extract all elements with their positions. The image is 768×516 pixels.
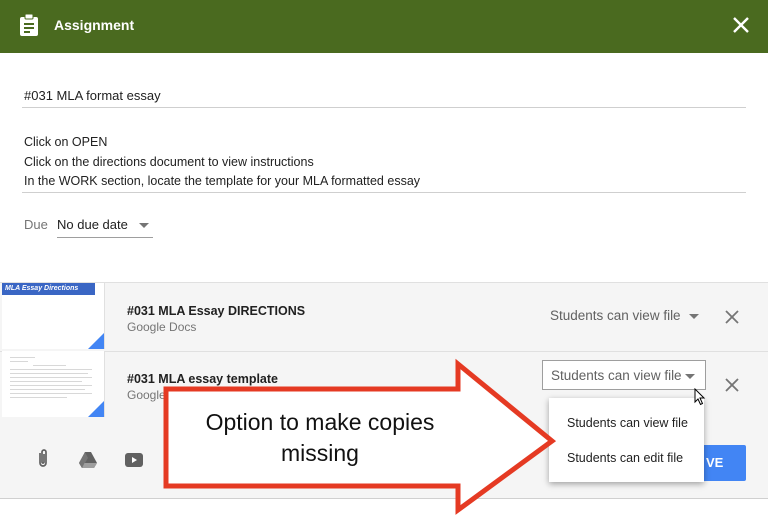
attachment-type: Google Docs xyxy=(127,388,197,402)
permission-select-open[interactable]: Students can view file xyxy=(542,360,706,390)
title-field-underline xyxy=(22,107,746,108)
thumbnail-text-lines xyxy=(10,357,92,401)
chevron-down-icon xyxy=(688,313,699,319)
permission-value: Students can view file xyxy=(551,368,682,383)
attachment-name[interactable]: #031 MLA essay template xyxy=(127,372,278,386)
assign-button-label: VE xyxy=(706,455,724,470)
instructions-underline xyxy=(22,192,746,193)
annotation-text: Option to make copies missing xyxy=(175,407,465,469)
clipboard-icon xyxy=(20,14,38,36)
docs-corner-icon xyxy=(88,401,104,417)
paperclip-icon[interactable] xyxy=(33,449,53,469)
remove-attachment-icon[interactable] xyxy=(724,377,740,393)
mouse-cursor-icon xyxy=(694,388,706,406)
menu-item-edit-file[interactable]: Students can edit file xyxy=(567,451,683,465)
doc-thumbnail xyxy=(2,351,105,417)
menu-item-view-file[interactable]: Students can view file xyxy=(567,416,688,430)
docs-corner-icon xyxy=(88,333,104,349)
thumbnail-label: MLA Essay Directions xyxy=(2,283,95,295)
chevron-down-icon xyxy=(685,374,695,379)
permission-value: Students can view file xyxy=(550,308,681,323)
title-field[interactable]: #031 MLA format essay xyxy=(24,88,161,103)
permission-dropdown-menu: Students can view file Students can edit… xyxy=(549,398,704,482)
due-date-select[interactable]: No due date xyxy=(57,211,153,238)
due-label: Due xyxy=(24,217,48,232)
attachment-name[interactable]: #031 MLA Essay DIRECTIONS xyxy=(127,304,305,318)
attachment-row[interactable]: MLA Essay Directions #031 MLA Essay DIRE… xyxy=(0,283,768,352)
youtube-icon[interactable] xyxy=(124,450,144,470)
dialog-title: Assignment xyxy=(54,17,135,33)
remove-attachment-icon[interactable] xyxy=(724,309,740,325)
dialog-header: Assignment xyxy=(0,0,768,53)
close-icon[interactable] xyxy=(730,14,752,36)
doc-thumbnail: MLA Essay Directions xyxy=(2,283,105,349)
google-drive-icon[interactable] xyxy=(78,450,98,470)
instruction-line: Click on OPEN xyxy=(24,135,108,149)
instruction-line: In the WORK section, locate the template… xyxy=(24,174,421,188)
instructions-field[interactable]: Click on OPEN Click on the directions do… xyxy=(24,133,420,192)
annotation-text-line: missing xyxy=(281,440,359,466)
permission-select[interactable]: Students can view file xyxy=(550,308,699,323)
annotation-text-line: Option to make copies xyxy=(205,409,435,435)
chevron-down-icon xyxy=(139,223,149,228)
instruction-line: Click on the directions document to view… xyxy=(24,154,314,169)
bottom-divider xyxy=(0,498,768,499)
attachment-type: Google Docs xyxy=(127,320,197,334)
due-date-value: No due date xyxy=(57,217,128,232)
